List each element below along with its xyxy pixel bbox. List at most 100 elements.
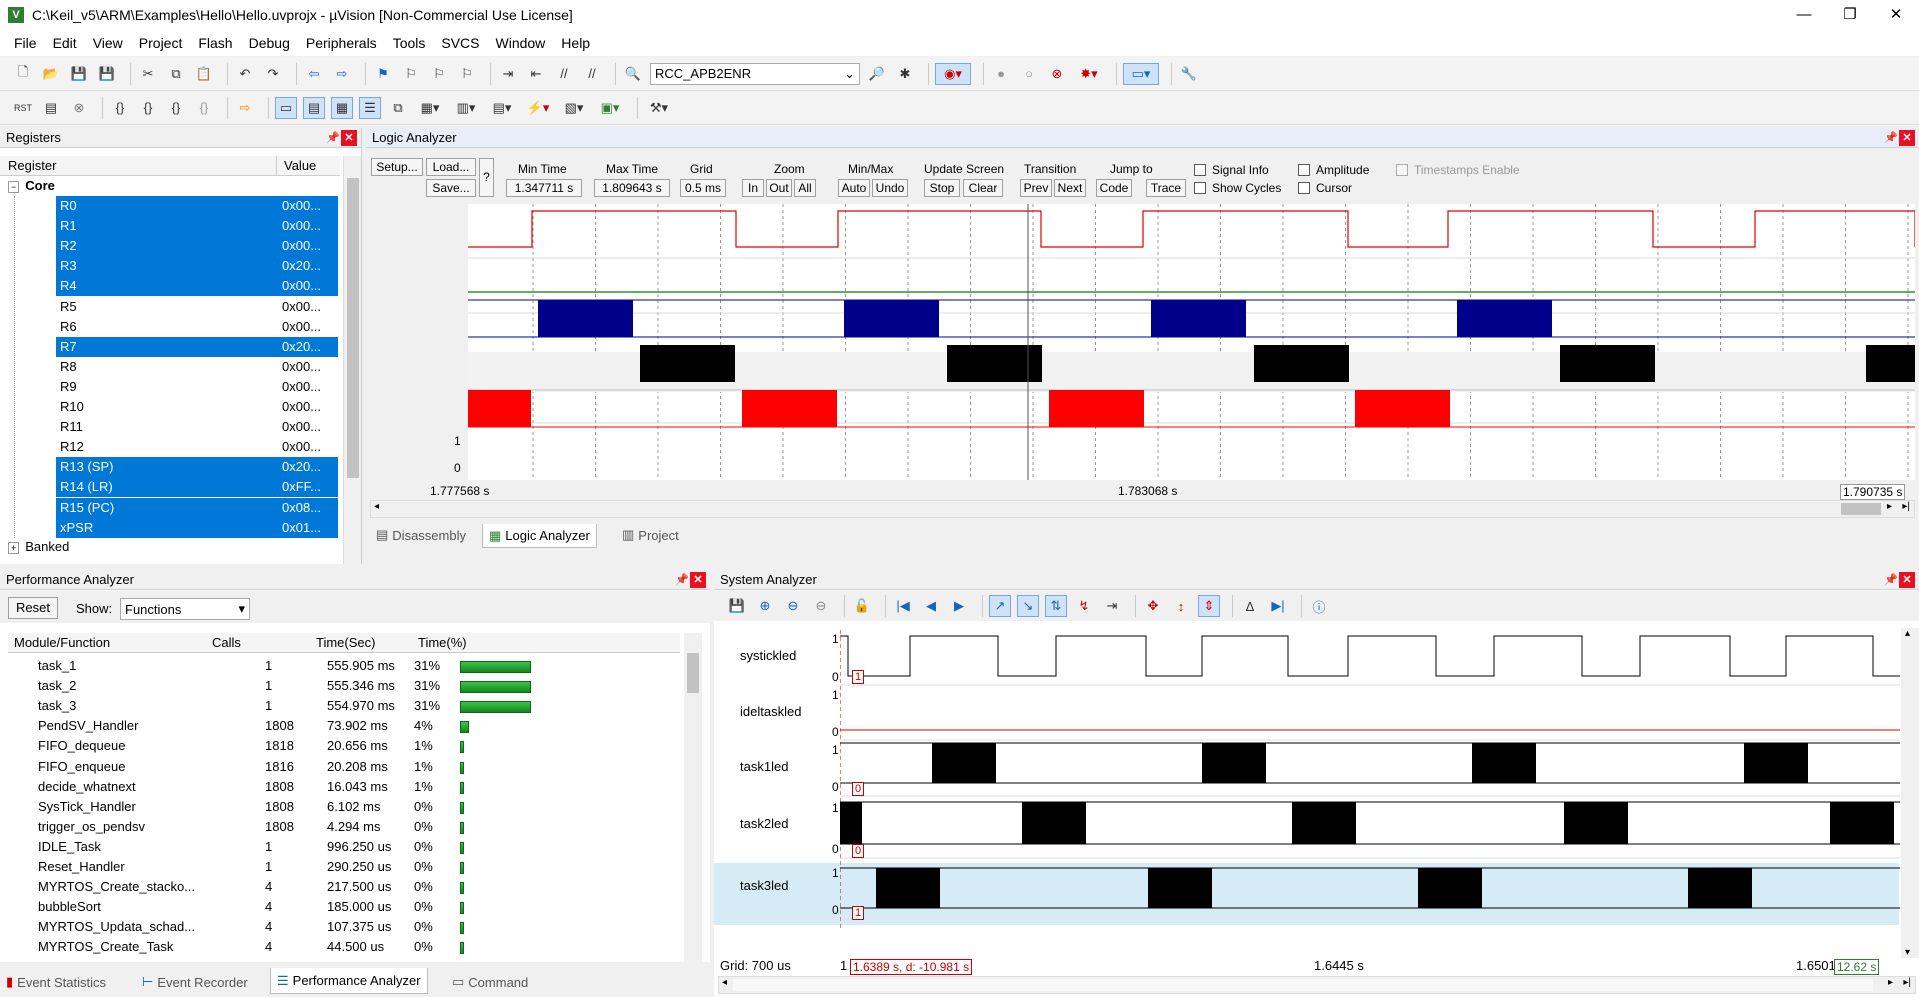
code-button[interactable]: Code	[1096, 179, 1132, 197]
expand-icon[interactable]: +	[8, 542, 20, 554]
delta-cursor-icon[interactable]: ↯	[1073, 595, 1095, 617]
rising-edge-icon[interactable]: ↗	[989, 595, 1011, 617]
expand-all-icon[interactable]: ✥	[1142, 595, 1164, 617]
cursor-option[interactable]: Cursor	[1298, 181, 1352, 195]
tab-project[interactable]: ▥ Project	[616, 524, 685, 546]
save-button[interactable]: Save...	[426, 179, 476, 197]
scrollbar-thumb[interactable]	[1841, 503, 1881, 515]
timestamps-option[interactable]: Timestamps Enable	[1396, 163, 1520, 177]
sa-signal-task1led[interactable]: task1led	[740, 759, 788, 774]
register-row[interactable]: R5 0x00...	[0, 297, 340, 314]
register-value[interactable]: 0x00...	[276, 236, 338, 257]
cut-icon[interactable]: ✂	[137, 63, 159, 85]
amplitude-checkbox[interactable]	[1298, 164, 1310, 176]
column-value[interactable]: Value	[284, 158, 316, 173]
zoom-all-icon[interactable]: ⊖	[810, 595, 832, 617]
run-to-cursor-icon[interactable]: {}	[193, 97, 215, 119]
perf-row[interactable]: MYRTOS_Updata_schad... 4 107.375 us 0%	[10, 917, 700, 937]
close-icon[interactable]: ✕	[341, 129, 357, 146]
menu-peripherals[interactable]: Peripherals	[298, 35, 385, 51]
find-icon[interactable]: 🔎	[866, 63, 888, 85]
expand-vertical-icon[interactable]: ↕	[1170, 595, 1192, 617]
breakpoint-icon[interactable]: ●	[990, 63, 1012, 85]
register-value[interactable]: 0x20...	[276, 457, 338, 478]
tab-event-recorder[interactable]: ⊢ Event Recorder	[142, 971, 248, 993]
zoom-in-icon[interactable]: ⊕	[754, 595, 776, 617]
register-row[interactable]: R6 0x00...	[0, 317, 340, 334]
delta-icon[interactable]: Δ	[1239, 595, 1261, 617]
register-row[interactable]: R14 (LR) 0xFF...	[0, 477, 340, 498]
close-button[interactable]: ✕	[1873, 0, 1919, 29]
register-value[interactable]: 0x00...	[276, 297, 338, 317]
scroll-up-icon[interactable]: ▴	[1905, 628, 1910, 639]
nav-forward-icon[interactable]: ⇨	[331, 63, 353, 85]
register-combo[interactable]: RCC_APB2ENR ⌄	[650, 62, 860, 85]
sa-signal-systickled[interactable]: systickled	[740, 648, 796, 663]
prev-button[interactable]: Prev	[1020, 179, 1052, 197]
perf-row[interactable]: task_1 1 555.905 ms 31%	[10, 656, 700, 676]
sa-signal-task2led[interactable]: task2led	[740, 816, 788, 831]
tab-logic-analyzer[interactable]: ▦ Logic Analyzer	[482, 524, 597, 548]
column-calls[interactable]: Calls	[212, 635, 241, 650]
show-select[interactable]: Functions ▾	[120, 598, 250, 620]
perf-scrollbar[interactable]	[684, 633, 702, 963]
menu-edit[interactable]: Edit	[45, 35, 85, 51]
register-value[interactable]: 0x08...	[276, 497, 338, 518]
perf-row[interactable]: FIFO_dequeue 1818 20.656 ms 1%	[10, 736, 700, 756]
paste-icon[interactable]: 📋	[193, 63, 215, 85]
register-row[interactable]: R7 0x20...	[0, 336, 340, 357]
perf-row[interactable]: Reset_Handler 1 290.250 us 0%	[10, 857, 700, 877]
bookmark-icon[interactable]: ⚑	[372, 63, 394, 85]
both-edges-icon[interactable]: ⇅	[1045, 595, 1067, 617]
zoom-all-button[interactable]: All	[794, 179, 816, 197]
register-value[interactable]: 0x00...	[276, 196, 338, 216]
falling-edge-icon[interactable]: ↘	[1017, 595, 1039, 617]
zoom-in-button[interactable]: In	[742, 179, 764, 197]
pin-icon[interactable]: 📌	[1883, 573, 1899, 586]
register-value[interactable]: 0x00...	[276, 397, 338, 417]
perf-row[interactable]: trigger_os_pendsv 1808 4.294 ms 0%	[10, 817, 700, 837]
next-button[interactable]: Next	[1054, 179, 1086, 197]
pin-icon[interactable]: 📌	[674, 573, 690, 586]
perf-row[interactable]: MYRTOS_Create_stacko... 4 217.500 us 0%	[10, 877, 700, 897]
tab-disassembly[interactable]: ▤ Disassembly	[370, 524, 472, 546]
register-row[interactable]: R13 (SP) 0x20...	[0, 457, 340, 478]
register-value[interactable]: 0x00...	[276, 216, 338, 237]
menu-window[interactable]: Window	[488, 35, 554, 51]
maximize-button[interactable]: ❐	[1827, 0, 1873, 29]
stop-icon[interactable]: ⊗	[68, 97, 90, 119]
open-folder-icon[interactable]: 📂	[40, 63, 62, 85]
bookmark-prev-icon[interactable]: ⚐	[400, 63, 422, 85]
register-value[interactable]: 0x00...	[276, 357, 338, 377]
menu-tools[interactable]: Tools	[385, 35, 434, 51]
lock-icon[interactable]: 🔓	[851, 595, 873, 617]
show-cycles-option[interactable]: Show Cycles	[1194, 181, 1281, 195]
perf-row[interactable]: bubbleSort 4 185.000 us 0%	[10, 897, 700, 917]
call-stack-icon[interactable]: ⧉	[387, 97, 409, 119]
column-time-pct[interactable]: Time(%)	[418, 635, 467, 650]
uncomment-icon[interactable]: //	[581, 63, 603, 85]
close-icon[interactable]: ✕	[690, 571, 706, 588]
register-row[interactable]: R9 0x00...	[0, 377, 340, 394]
collapse-icon[interactable]: −	[8, 181, 20, 193]
breakpoint-disable-icon[interactable]: ○	[1018, 63, 1040, 85]
sa-signal-task3led[interactable]: task3led	[740, 878, 788, 893]
register-value[interactable]: 0xFF...	[276, 477, 338, 498]
comment-icon[interactable]: //	[553, 63, 575, 85]
perf-row[interactable]: task_2 1 555.346 ms 31%	[10, 676, 700, 696]
undo-button[interactable]: Undo	[872, 179, 908, 197]
copy-icon[interactable]: ⧉	[165, 63, 187, 85]
undo-icon[interactable]: ↶	[234, 63, 256, 85]
scrollbar-thumb[interactable]	[347, 178, 359, 478]
reset-button[interactable]: Reset	[8, 597, 58, 619]
scroll-end-icon[interactable]: ▸|	[1903, 977, 1911, 988]
clear-button[interactable]: Clear	[963, 179, 1003, 197]
auto-button[interactable]: Auto	[838, 179, 870, 197]
collapse-vertical-icon[interactable]: ⇕	[1198, 595, 1220, 617]
scroll-track[interactable]	[733, 979, 1873, 991]
column-register[interactable]: Register	[8, 158, 56, 173]
trace-button[interactable]: Trace	[1146, 179, 1186, 197]
timestamps-checkbox[interactable]	[1396, 164, 1408, 176]
scrollbar-thumb[interactable]	[687, 653, 699, 693]
scroll-left-icon[interactable]: ◂	[722, 977, 727, 988]
